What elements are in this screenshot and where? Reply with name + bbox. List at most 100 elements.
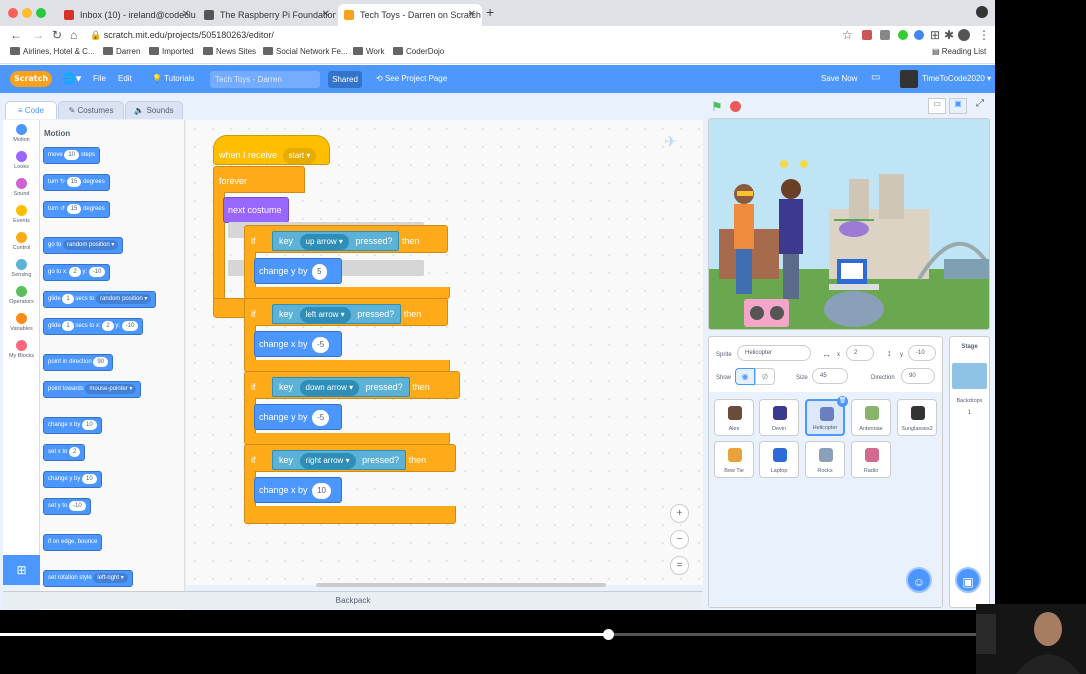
block-dropdown[interactable]: left-right ▾ bbox=[93, 573, 128, 583]
bookmark-item[interactable]: Airlines, Hotel & C... bbox=[10, 47, 95, 56]
browser-tab-raspberry-pi[interactable]: The Raspberry Pi Foundation - ... ✕ bbox=[198, 4, 336, 26]
block-glide-to[interactable]: glide 1 secs to random position ▾ bbox=[43, 291, 157, 308]
block-set-y[interactable]: set y to -10 bbox=[43, 498, 91, 515]
block-input[interactable]: 90 bbox=[93, 357, 109, 367]
block-input[interactable]: 10 bbox=[82, 474, 97, 484]
bookmark-item[interactable]: Work bbox=[353, 47, 385, 56]
block-change-x[interactable]: change x by 10 bbox=[43, 417, 102, 434]
home-icon[interactable]: ⌂ bbox=[70, 28, 77, 42]
block-dropdown[interactable]: mouse-pointer ▾ bbox=[85, 384, 137, 394]
key-pressed-block[interactable]: key left arrow ▾ pressed? bbox=[272, 304, 402, 324]
block-input[interactable]: -10 bbox=[88, 267, 106, 277]
block-go-to-xy[interactable]: go to x: 2 y: -10 bbox=[43, 264, 111, 281]
folder-icon[interactable]: ▭ bbox=[871, 72, 880, 83]
block-set-x[interactable]: set x to 2 bbox=[43, 444, 86, 461]
extension-icon[interactable] bbox=[880, 30, 890, 40]
shared-button[interactable]: Shared bbox=[328, 71, 362, 88]
block-input[interactable]: 2 bbox=[69, 447, 81, 457]
category-control[interactable]: Control bbox=[3, 232, 40, 251]
key-pressed-block[interactable]: key down arrow ▾ pressed? bbox=[272, 377, 410, 397]
block-dropdown[interactable]: random position ▾ bbox=[96, 294, 152, 304]
sprite-name-input[interactable]: Helicopter bbox=[737, 345, 811, 361]
block-move-steps[interactable]: move 10 steps bbox=[43, 147, 101, 164]
browser-menu-icon[interactable] bbox=[976, 6, 988, 18]
zoom-in-button[interactable]: + bbox=[670, 504, 689, 523]
choose-sprite-button[interactable]: ☺ bbox=[906, 567, 932, 593]
forever-block[interactable]: forever bbox=[213, 166, 305, 193]
change-position-block[interactable]: change x by 10 bbox=[254, 477, 342, 503]
y-input[interactable]: -10 bbox=[908, 345, 936, 361]
zoom-reset-button[interactable]: = bbox=[670, 556, 689, 575]
if-block[interactable]: if key right arrow ▾ pressed? then bbox=[244, 444, 456, 472]
sprite-tile[interactable]: Antennae bbox=[851, 399, 891, 436]
globe-icon[interactable]: 🌐▾ bbox=[62, 72, 81, 85]
choose-backdrop-button[interactable]: ▣ bbox=[955, 567, 981, 593]
puzzle-icon[interactable]: ✱ bbox=[944, 28, 954, 42]
reload-icon[interactable]: ↻ bbox=[52, 28, 62, 42]
forward-icon[interactable]: → bbox=[32, 28, 44, 42]
sprite-tile[interactable]: Laptop bbox=[759, 441, 799, 478]
key-dropdown[interactable]: right arrow ▾ bbox=[299, 453, 356, 469]
block-input[interactable]: -5 bbox=[312, 337, 330, 353]
block-input[interactable]: 15 bbox=[66, 177, 82, 187]
profile-avatar[interactable] bbox=[958, 29, 970, 41]
tab-costumes[interactable]: ✎ Costumes bbox=[58, 101, 124, 119]
account-menu[interactable]: TimeToCode2020 ▾ bbox=[922, 74, 991, 83]
size-input[interactable]: 45 bbox=[812, 368, 848, 384]
block-input[interactable]: 2 bbox=[102, 321, 114, 331]
delete-sprite-icon[interactable]: 🗑 bbox=[837, 396, 848, 407]
add-extension-button[interactable]: ⊞ bbox=[3, 555, 40, 585]
close-window-icon[interactable] bbox=[8, 8, 18, 18]
category-motion[interactable]: Motion bbox=[3, 124, 40, 143]
script-workspace[interactable]: ✈ when I receive start ▾ forever next co… bbox=[186, 120, 703, 585]
key-pressed-block[interactable]: key up arrow ▾ pressed? bbox=[272, 231, 400, 251]
extension-icon[interactable] bbox=[862, 30, 872, 40]
change-position-block[interactable]: change y by 5 bbox=[254, 258, 342, 284]
category-sensing[interactable]: Sensing bbox=[3, 259, 40, 278]
stage-canvas[interactable] bbox=[708, 118, 990, 330]
large-stage-icon[interactable]: ▣ bbox=[949, 98, 967, 114]
sprite-tile[interactable]: Sunglasses2 bbox=[897, 399, 937, 436]
block-input[interactable]: -10 bbox=[121, 321, 139, 331]
close-tab-icon[interactable]: ✕ bbox=[322, 4, 330, 26]
close-tab-icon[interactable]: ✕ bbox=[182, 4, 190, 26]
tab-code[interactable]: ≡ Code bbox=[5, 101, 57, 119]
url-field[interactable]: 🔒 scratch.mit.edu/projects/505180263/edi… bbox=[90, 27, 850, 43]
if-block[interactable]: if key down arrow ▾ pressed? then bbox=[244, 371, 460, 399]
key-dropdown[interactable]: left arrow ▾ bbox=[299, 307, 351, 323]
sprite-tile[interactable]: Helicopter 🗑 bbox=[805, 396, 848, 436]
key-dropdown[interactable]: down arrow ▾ bbox=[299, 380, 360, 396]
block-glide-xy[interactable]: glide 1 secs to x: 2 y: -10 bbox=[43, 318, 144, 335]
change-position-block[interactable]: change x by -5 bbox=[254, 331, 342, 357]
new-tab-icon[interactable]: + bbox=[486, 4, 494, 20]
x-input[interactable]: 2 bbox=[846, 345, 874, 361]
change-position-block[interactable]: change y by -5 bbox=[254, 404, 342, 430]
key-dropdown[interactable]: up arrow ▾ bbox=[299, 234, 349, 250]
block-point-towards[interactable]: point towards mouse-pointer ▾ bbox=[43, 381, 142, 398]
stop-icon[interactable] bbox=[730, 101, 741, 112]
key-pressed-block[interactable]: key right arrow ▾ pressed? bbox=[272, 450, 407, 470]
block-dropdown[interactable]: random position ▾ bbox=[63, 240, 119, 250]
block-input[interactable]: 15 bbox=[66, 204, 82, 214]
block-input[interactable]: 1 bbox=[62, 294, 74, 304]
workspace-scrollbar[interactable] bbox=[316, 583, 606, 587]
grid-icon[interactable]: ⊞ bbox=[930, 28, 940, 42]
block-bounce[interactable]: if on edge, bounce bbox=[43, 534, 103, 551]
hide-eye-icon[interactable]: ⊘ bbox=[755, 368, 775, 385]
block-point-in-direction[interactable]: point in direction 90 bbox=[43, 354, 114, 371]
browser-tab-scratch[interactable]: Tech Toys - Darren on Scratch ✕ bbox=[338, 4, 482, 26]
block-input[interactable]: 10 bbox=[82, 420, 97, 430]
scratch-logo[interactable]: Scratch bbox=[10, 71, 52, 87]
category-sound[interactable]: Sound bbox=[3, 178, 40, 197]
tutorials-button[interactable]: 💡 Tutorials bbox=[152, 74, 194, 83]
direction-input[interactable]: 90 bbox=[901, 368, 935, 384]
sprite-tile[interactable]: Bow Tie bbox=[714, 441, 754, 478]
if-block[interactable]: if key left arrow ▾ pressed? then bbox=[244, 298, 448, 326]
browser-tab-inbox[interactable]: Inbox (10) - ireland@codeclub... ✕ bbox=[58, 4, 196, 26]
if-block[interactable]: if key up arrow ▾ pressed? then bbox=[244, 225, 448, 253]
block-input[interactable]: 5 bbox=[312, 264, 327, 280]
stage-target-pane[interactable]: Stage Backdrops 1 ▣ bbox=[949, 336, 990, 608]
extension-icon[interactable] bbox=[898, 30, 908, 40]
category-variables[interactable]: Variables bbox=[3, 313, 40, 332]
bookmark-item[interactable]: Darren bbox=[103, 47, 140, 56]
